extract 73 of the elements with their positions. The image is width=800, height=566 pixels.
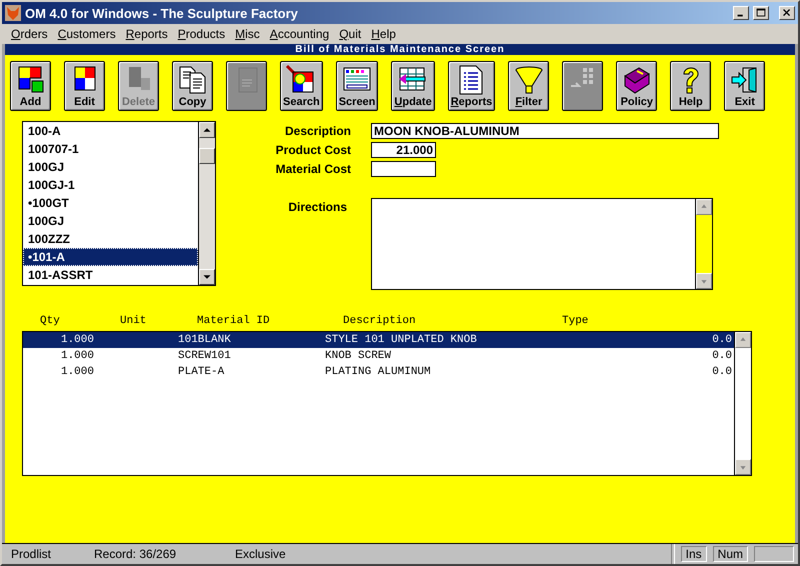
- scroll-thumb[interactable]: [199, 148, 215, 164]
- column-header: Material ID: [197, 315, 271, 329]
- status-indicator: Ins: [680, 546, 707, 562]
- status-indicator: Num: [712, 546, 748, 562]
- toolbar-button[interactable]: Copy: [172, 61, 213, 111]
- status-text: Exclusive: [234, 547, 286, 561]
- menu-item[interactable]: Quit: [334, 27, 366, 41]
- menu-item[interactable]: Misc: [230, 27, 265, 41]
- toolbar-button[interactable]: Filter: [508, 61, 550, 111]
- toolbar-button[interactable]: Exit: [724, 61, 766, 111]
- toolbar-button[interactable]: Add: [10, 61, 51, 111]
- status-panel: [754, 546, 794, 562]
- menu-item[interactable]: Help: [366, 27, 401, 41]
- window-title: OM 4.0 for Windows - The Sculpture Factory: [25, 6, 299, 20]
- toolbar-button[interactable]: Screen: [336, 61, 378, 111]
- toolbar-button[interactable]: Edit: [64, 61, 105, 111]
- menu-item[interactable]: Customers: [52, 27, 121, 41]
- field-label: Material Cost: [274, 162, 352, 176]
- table-cell-text: 0.0: [711, 365, 733, 380]
- list-item[interactable]: 100707-1: [23, 140, 198, 158]
- toolbar-button[interactable]: Policy: [616, 61, 658, 111]
- table-cell-text: 0.0: [711, 333, 733, 348]
- toolbar-button[interactable]: Reports: [448, 61, 496, 111]
- copy-icon: [176, 64, 208, 96]
- column-header: Unit: [120, 315, 148, 329]
- list-item[interactable]: 100GJ: [23, 212, 198, 230]
- table-row[interactable]: 1.000 SCREW101 KNOB SCREW 0.0: [23, 348, 734, 364]
- list-item[interactable]: 100ZZZ: [23, 230, 198, 248]
- table-cell-text: 1.000: [60, 365, 94, 380]
- table-cell-text: 1.000: [60, 349, 94, 364]
- menu-item[interactable]: Orders: [6, 27, 53, 41]
- maximize-icon[interactable]: [753, 6, 769, 20]
- status-text: Record: 36/269: [93, 547, 178, 561]
- column-header: Qty: [40, 315, 61, 329]
- table-cell-text: PLATE-A: [178, 365, 226, 380]
- product-cost-field[interactable]: 21.000: [371, 142, 436, 158]
- scrollbar[interactable]: [198, 122, 215, 285]
- field-label: Description: [284, 124, 352, 138]
- material-cost-field[interactable]: [371, 160, 436, 176]
- menu-item[interactable]: Products: [172, 27, 230, 41]
- list-item[interactable]: 100GJ-1: [23, 176, 198, 194]
- table-cell-text: STYLE 101 UNPLATED KNOB: [325, 333, 478, 348]
- field-label: Directions: [287, 200, 348, 214]
- column-header: Type: [562, 315, 590, 329]
- screen-title: Bill of Materials Maintenance Screen: [5, 44, 795, 55]
- list-item[interactable]: •100GT: [23, 194, 198, 212]
- table-cell-text: PLATING ALUMINUM: [325, 365, 432, 380]
- fox-app-icon: [5, 5, 21, 21]
- toolbar-button[interactable]: Update: [391, 61, 435, 111]
- menu-item[interactable]: Reports: [120, 27, 173, 41]
- column-header: Description: [343, 315, 417, 329]
- list-item[interactable]: 100-A: [23, 122, 198, 140]
- table-cell-text: KNOB SCREW: [325, 349, 392, 364]
- table-cell-text: 1.000: [60, 333, 94, 348]
- close-icon[interactable]: [779, 6, 795, 20]
- list-item[interactable]: 101-ASSRT: [23, 266, 198, 284]
- list-item[interactable]: 100GJ: [23, 158, 198, 176]
- status-text: Prodlist: [10, 547, 52, 561]
- toolbar-button[interactable]: Search: [280, 61, 323, 111]
- scroll-up-button[interactable]: [199, 122, 215, 138]
- table-row[interactable]: 1.000 101BLANK STYLE 101 UNPLATED KNOB 0.0: [23, 332, 734, 348]
- field-label: Product Cost: [274, 142, 352, 156]
- scroll-down-button[interactable]: [199, 269, 215, 285]
- table-cell-text: 0.0: [711, 349, 733, 364]
- description-field[interactable]: MOON KNOB-ALUMINUM: [371, 122, 719, 138]
- table-row[interactable]: 1.000 PLATE-A PLATING ALUMINUM 0.0: [23, 364, 734, 380]
- toolbar-button[interactable]: Help: [670, 61, 712, 111]
- list-item[interactable]: •101-A: [23, 248, 198, 266]
- menu-item[interactable]: Accounting: [264, 27, 334, 41]
- minimize-icon[interactable]: [733, 6, 749, 20]
- funnel-icon: [512, 64, 545, 96]
- table-cell-text: SCREW101: [178, 349, 232, 364]
- table-cell-text: 101BLANK: [178, 333, 232, 348]
